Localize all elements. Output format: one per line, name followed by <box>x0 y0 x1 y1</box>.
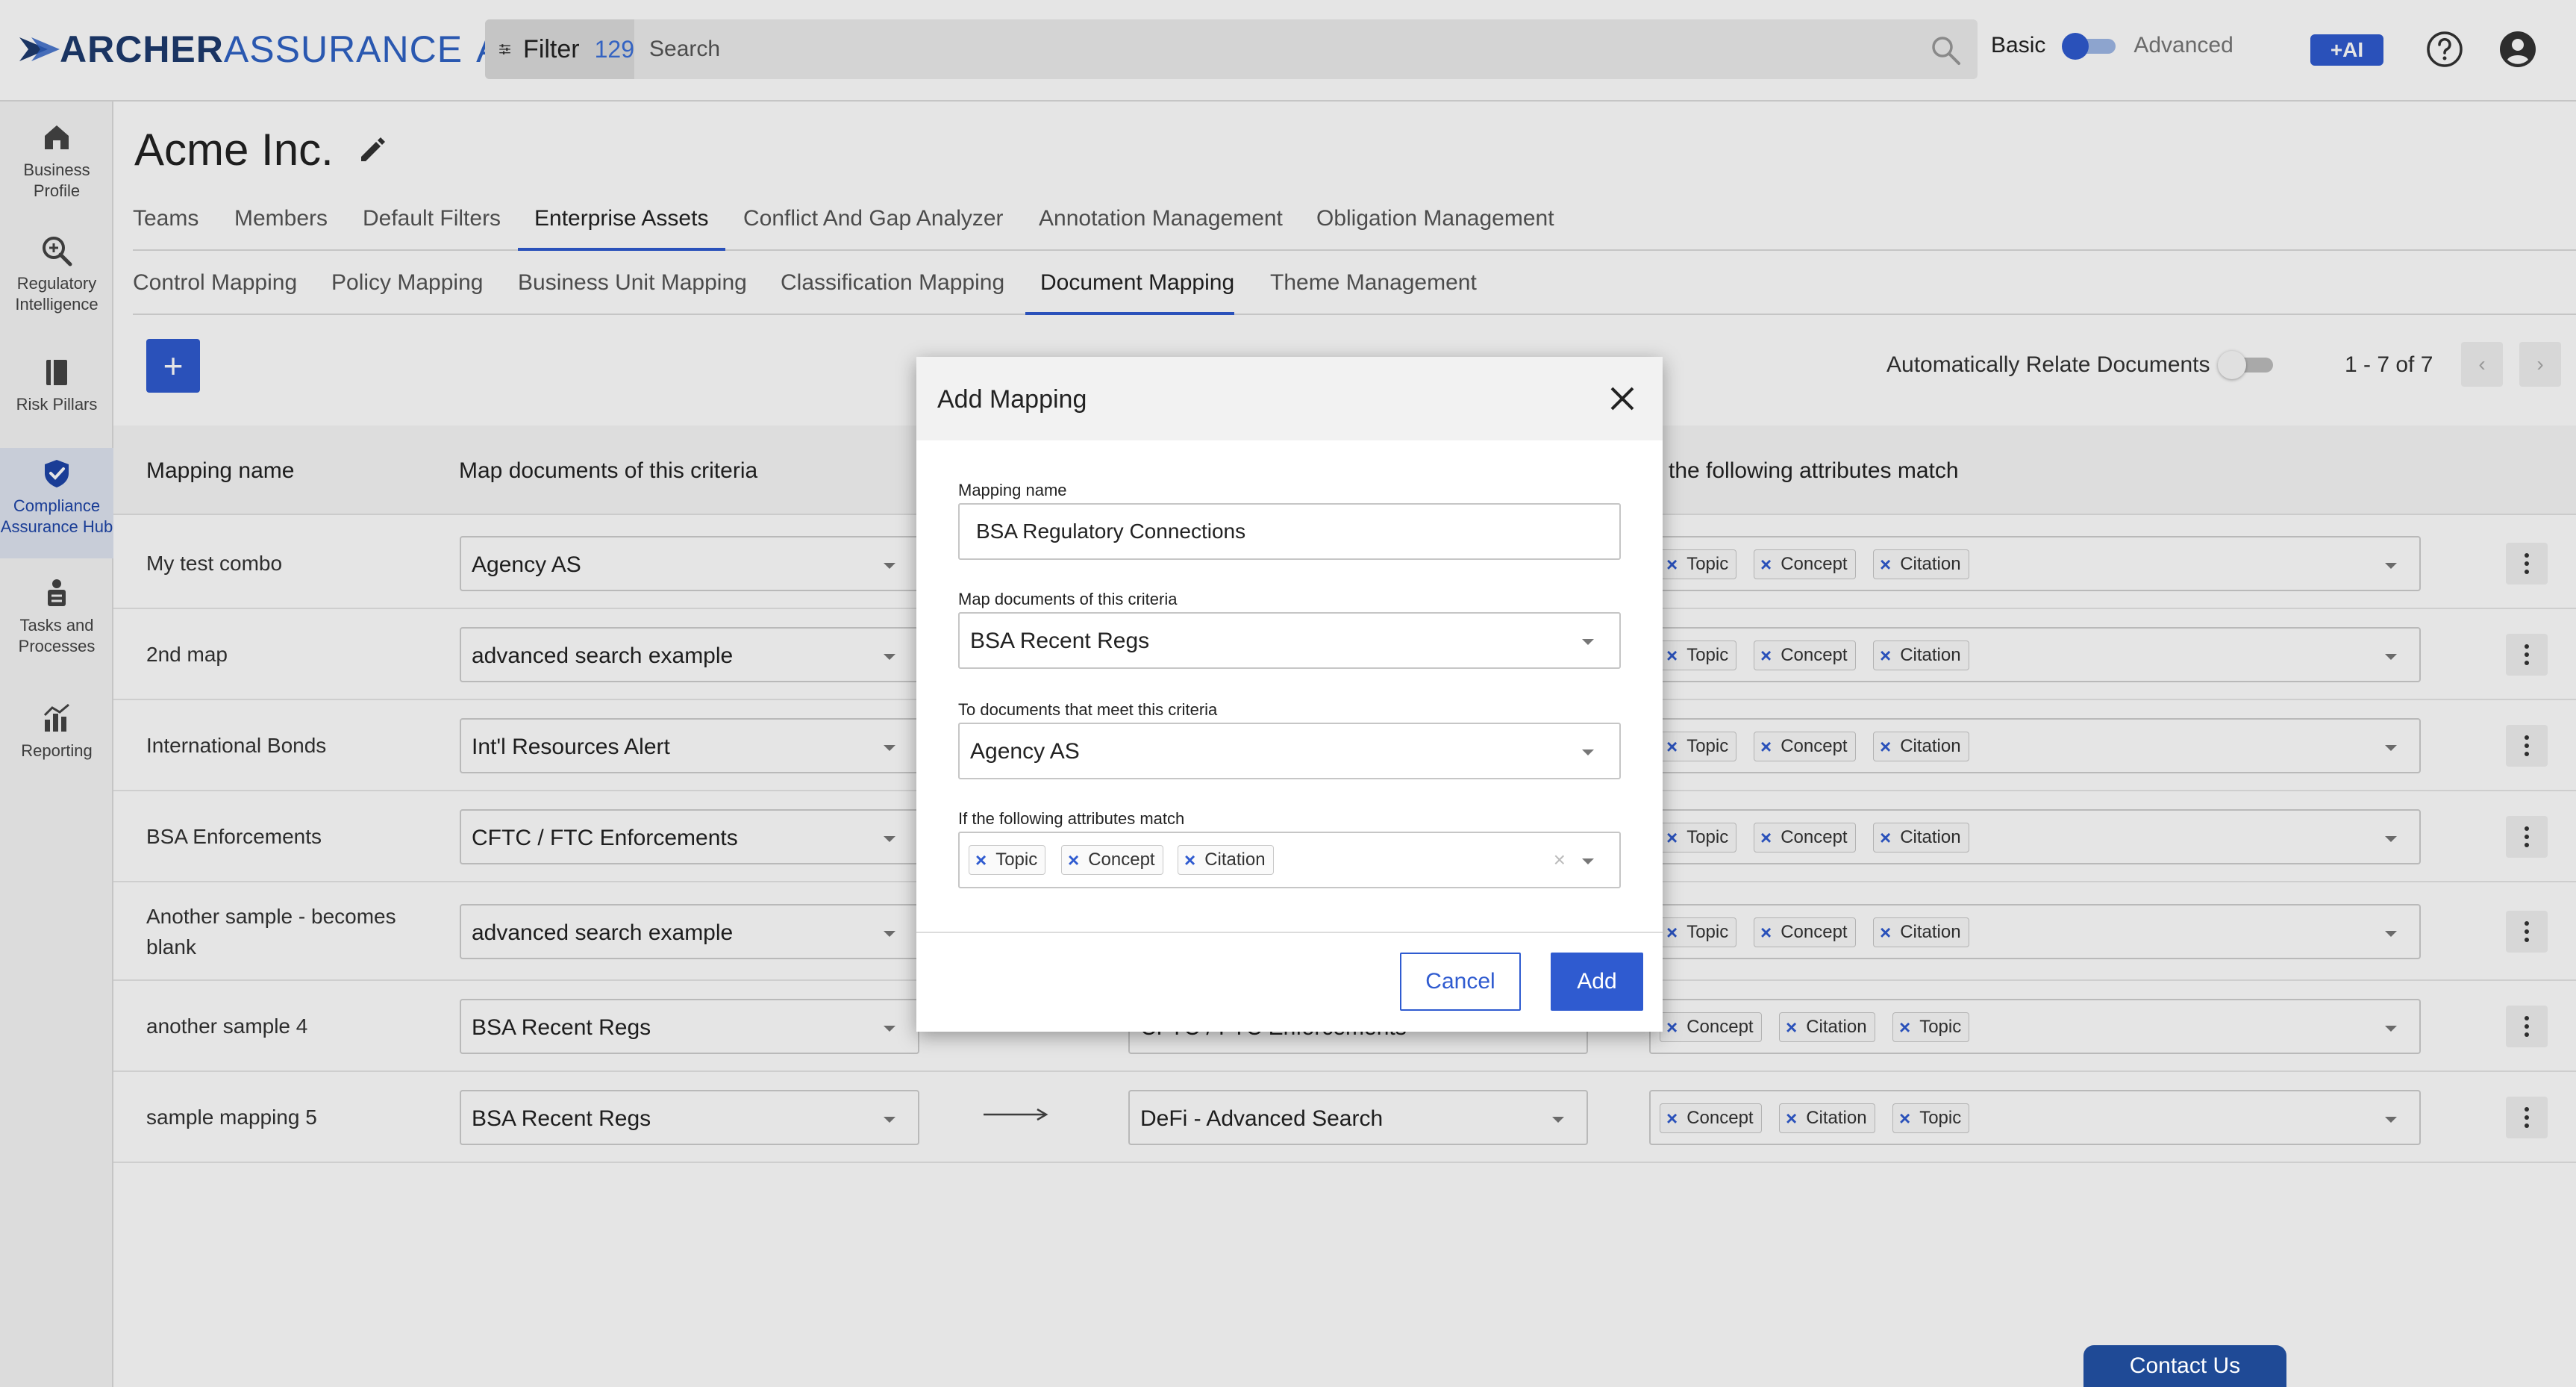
to-criteria-label: To documents that meet this criteria <box>958 700 1218 719</box>
add-button[interactable]: Add <box>1551 953 1643 1011</box>
cancel-button[interactable]: Cancel <box>1400 953 1521 1011</box>
chip-label: Topic <box>995 850 1038 870</box>
attribute-chip-topic: × Topic <box>969 845 1046 875</box>
map-criteria-select[interactable]: BSA Recent Regs <box>958 612 1621 669</box>
dialog-divider <box>916 932 1663 933</box>
add-mapping-dialog: Add Mapping Mapping name Map documents o… <box>916 357 1663 1032</box>
remove-chip-icon[interactable]: × <box>1068 849 1079 872</box>
mapping-name-label: Mapping name <box>958 481 1067 499</box>
chevron-down-icon <box>1582 749 1594 755</box>
chevron-down-icon <box>1582 639 1594 645</box>
attributes-label: If the following attributes match <box>958 809 1185 828</box>
remove-chip-icon[interactable]: × <box>975 849 987 872</box>
close-dialog-button[interactable] <box>1604 381 1640 417</box>
chevron-down-icon <box>1582 858 1594 864</box>
mapping-name-input[interactable] <box>960 505 1619 558</box>
chip-label: Citation <box>1204 850 1266 870</box>
remove-chip-icon[interactable]: × <box>1184 849 1195 872</box>
mapping-name-field <box>958 503 1621 560</box>
dialog-title: Add Mapping <box>937 385 1087 414</box>
close-icon <box>1610 387 1634 411</box>
map-criteria-label: Map documents of this criteria <box>958 590 1178 608</box>
to-criteria-value: Agency AS <box>970 739 1080 764</box>
contact-us-button[interactable]: Contact Us <box>2083 1345 2286 1387</box>
map-criteria-value: BSA Recent Regs <box>970 629 1150 653</box>
clear-all-icon[interactable]: × <box>1554 848 1566 872</box>
attributes-multiselect[interactable]: × Topic × Concept × Citation × <box>958 832 1621 888</box>
attribute-chip-citation: × Citation <box>1178 845 1274 875</box>
dialog-header: Add Mapping <box>916 357 1663 440</box>
chip-label: Concept <box>1088 850 1155 870</box>
attribute-chip-concept: × Concept <box>1061 845 1163 875</box>
to-criteria-select[interactable]: Agency AS <box>958 723 1621 779</box>
